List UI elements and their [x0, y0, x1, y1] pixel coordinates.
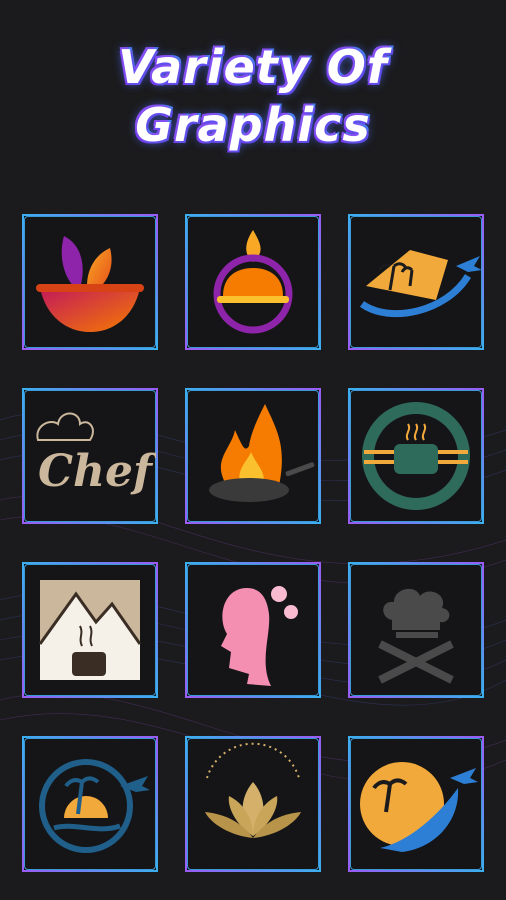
tile-lotus[interactable] — [185, 736, 321, 872]
tile-flaming-pan[interactable] — [185, 388, 321, 524]
tile-island-plane-circle[interactable] — [22, 736, 158, 872]
tile-leaf-bowl[interactable] — [22, 214, 158, 350]
tile-woman-flowers[interactable] — [185, 562, 321, 698]
palm-plane-icon — [359, 250, 482, 318]
flaming-pan-icon — [209, 404, 315, 502]
graphics-grid: Chef — [0, 0, 506, 900]
tile-coffee-circle[interactable] — [348, 388, 484, 524]
tile-chef-hat-spatulas[interactable] — [348, 562, 484, 698]
woman-flowers-icon — [221, 586, 298, 686]
tile-palm-plane[interactable] — [348, 214, 484, 350]
tile-sunset-plane[interactable] — [348, 736, 484, 872]
lotus-icon — [205, 742, 301, 838]
coffee-cup-circle-icon — [362, 402, 470, 510]
chef-hat-spatulas-icon — [378, 588, 454, 684]
chef-script-icon: Chef — [36, 412, 156, 497]
cloche-flame-icon — [213, 230, 293, 334]
mountain-coffee-icon — [38, 580, 142, 680]
island-plane-circle-icon — [39, 759, 150, 853]
tile-chef-script[interactable]: Chef — [22, 388, 158, 524]
sunset-plane-icon — [360, 762, 478, 852]
tile-cloche-flame[interactable] — [185, 214, 321, 350]
chef-text: Chef — [38, 446, 156, 497]
tile-mountain-coffee[interactable] — [22, 562, 158, 698]
leaf-bowl-icon — [36, 236, 144, 332]
